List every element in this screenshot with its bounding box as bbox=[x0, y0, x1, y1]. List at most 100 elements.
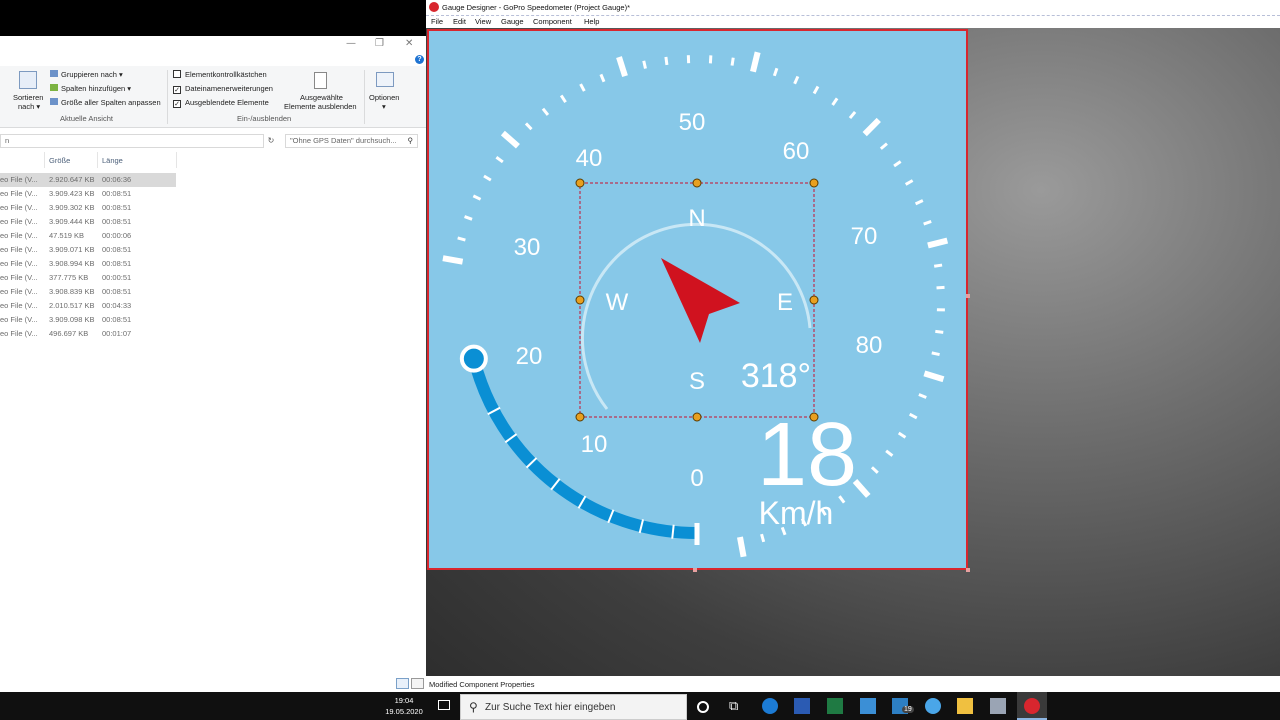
table-row[interactable]: eo File (V... 496.697 KB 00:01:07 bbox=[0, 327, 176, 341]
table-row[interactable]: eo File (V... 3.908.994 KB 00:08:51 bbox=[0, 257, 176, 271]
speed-readout: 18 bbox=[757, 405, 857, 505]
options-button[interactable]: Optionen bbox=[369, 93, 399, 102]
scale-tick bbox=[442, 255, 464, 265]
item-checkboxes-toggle[interactable]: Elementkontrollkästchen bbox=[173, 70, 267, 79]
selection-handle[interactable] bbox=[809, 178, 819, 188]
taskbar-search-input[interactable]: ⚲ Zur Suche Text hier eingeben bbox=[460, 694, 687, 720]
onedrive-icon[interactable] bbox=[925, 698, 941, 714]
compass-needle-icon bbox=[661, 258, 740, 343]
table-row[interactable]: eo File (V... 3.908.839 KB 00:08:51 bbox=[0, 285, 176, 299]
sort-icon bbox=[19, 71, 37, 89]
scale-tick bbox=[495, 156, 504, 164]
table-row[interactable]: eo File (V... 3.909.302 KB 00:08:51 bbox=[0, 201, 176, 215]
sort-button-label2[interactable]: nach ▾ bbox=[18, 102, 40, 111]
fit-columns-button[interactable]: Größe aller Spalten anpassen bbox=[50, 98, 161, 107]
table-cell-type: eo File (V... bbox=[0, 175, 38, 184]
file-extensions-toggle[interactable]: ✓ Dateinamenerweiterungen bbox=[173, 84, 273, 94]
table-row[interactable]: eo File (V... 2.920.647 KB 00:06:36 bbox=[0, 173, 176, 187]
scale-label: 50 bbox=[679, 109, 706, 136]
item-checkboxes-checkbox[interactable] bbox=[173, 70, 181, 78]
sort-button-label[interactable]: Sortieren bbox=[13, 93, 43, 102]
table-row[interactable]: eo File (V... 3.909.071 KB 00:08:51 bbox=[0, 243, 176, 257]
table-cell-length: 00:06:36 bbox=[102, 175, 132, 184]
table-cell-size: 2.010.517 KB bbox=[49, 301, 95, 310]
file-extensions-checkbox[interactable]: ✓ bbox=[173, 86, 181, 94]
scale-tick bbox=[885, 449, 894, 457]
task-view-icon[interactable]: ⧉ bbox=[729, 698, 745, 714]
hide-selected-label1[interactable]: Ausgewählte bbox=[300, 93, 343, 102]
search-input[interactable]: "Ohne GPS Daten" durchsuch... ⚲ bbox=[285, 134, 418, 148]
table-cell-length: 00:08:51 bbox=[102, 259, 132, 268]
frame-resize-handle[interactable] bbox=[966, 568, 970, 572]
table-cell-type: eo File (V... bbox=[0, 315, 38, 324]
details-view-icon[interactable] bbox=[396, 678, 409, 689]
restore-icon[interactable]: ❐ bbox=[375, 38, 384, 49]
remote-desktop-icon[interactable] bbox=[860, 698, 876, 714]
cortana-icon[interactable] bbox=[697, 701, 709, 713]
table-cell-type: eo File (V... bbox=[0, 287, 38, 296]
table-cell-length: 00:00:06 bbox=[102, 231, 132, 240]
table-row[interactable]: eo File (V... 3.909.423 KB 00:08:51 bbox=[0, 187, 176, 201]
scale-tick bbox=[559, 94, 567, 103]
close-icon[interactable]: ✕ bbox=[405, 38, 413, 49]
menu-component[interactable]: Component bbox=[533, 17, 572, 26]
column-header-size[interactable]: Größe bbox=[49, 156, 70, 165]
edge-icon[interactable] bbox=[762, 698, 778, 714]
help-icon[interactable]: ? bbox=[415, 55, 424, 64]
menu-view[interactable]: View bbox=[475, 17, 491, 26]
refresh-icon[interactable]: ↻ bbox=[265, 134, 277, 148]
scale-tick bbox=[500, 130, 520, 149]
scale-tick bbox=[893, 160, 902, 168]
add-columns-button[interactable]: Spalten hinzufügen ▾ bbox=[50, 84, 131, 93]
clock-date[interactable]: 19.05.2020 bbox=[380, 707, 428, 716]
selection-handle[interactable] bbox=[692, 178, 702, 188]
table-row[interactable]: eo File (V... 3.909.098 KB 00:08:51 bbox=[0, 313, 176, 327]
notification-icon[interactable] bbox=[438, 700, 450, 710]
selection-handle[interactable] bbox=[575, 295, 585, 305]
frame-resize-handle[interactable] bbox=[966, 294, 970, 298]
excel-icon[interactable] bbox=[827, 698, 843, 714]
hide-selected-label2[interactable]: Elemente ausblenden bbox=[284, 102, 357, 111]
minimize-icon[interactable]: — bbox=[346, 38, 356, 49]
group-by-button[interactable]: Gruppieren nach ▾ bbox=[50, 70, 123, 79]
selection-handle[interactable] bbox=[575, 412, 585, 422]
table-row[interactable]: eo File (V... 47.519 KB 00:00:06 bbox=[0, 229, 176, 243]
app-icon-floppy[interactable] bbox=[990, 698, 1006, 714]
selection-handle[interactable] bbox=[575, 178, 585, 188]
options-dropdown-icon[interactable]: ▾ bbox=[382, 102, 386, 111]
selection-handle[interactable] bbox=[692, 412, 702, 422]
word-icon[interactable] bbox=[794, 698, 810, 714]
menu-file[interactable]: File bbox=[431, 17, 443, 26]
table-row[interactable]: eo File (V... 3.909.444 KB 00:08:51 bbox=[0, 215, 176, 229]
clock-time[interactable]: 19:04 bbox=[380, 696, 428, 705]
mail-icon[interactable]: 19 bbox=[892, 698, 914, 714]
speed-indicator-knob[interactable] bbox=[459, 344, 488, 373]
hidden-items-toggle[interactable]: ✓ Ausgeblendete Elemente bbox=[173, 98, 269, 108]
tiles-view-icon[interactable] bbox=[411, 678, 424, 689]
table-cell-length: 00:08:51 bbox=[102, 189, 132, 198]
table-row[interactable]: eo File (V... 2.010.517 KB 00:04:33 bbox=[0, 299, 176, 313]
menu-edit[interactable]: Edit bbox=[453, 17, 466, 26]
status-bar: Modified Component Properties bbox=[426, 676, 1280, 692]
explorer-titlebar: — ❐ ✕ bbox=[0, 36, 426, 52]
column-header-length[interactable]: Länge bbox=[102, 156, 123, 165]
file-explorer-icon[interactable] bbox=[957, 698, 973, 714]
table-cell-type: eo File (V... bbox=[0, 245, 38, 254]
frame-resize-handle[interactable] bbox=[693, 568, 697, 572]
scale-tick bbox=[862, 117, 881, 137]
selection-handle[interactable] bbox=[809, 412, 819, 422]
compass-east-label: E bbox=[777, 289, 793, 316]
menu-help[interactable]: Help bbox=[584, 17, 599, 26]
table-cell-size: 3.909.071 KB bbox=[49, 245, 95, 254]
address-bar[interactable]: n bbox=[0, 134, 264, 148]
scale-tick bbox=[812, 85, 820, 95]
table-cell-length: 00:01:07 bbox=[102, 329, 132, 338]
selection-handle[interactable] bbox=[809, 295, 819, 305]
hidden-items-checkbox[interactable]: ✓ bbox=[173, 100, 181, 108]
table-cell-type: eo File (V... bbox=[0, 231, 38, 240]
scale-tick bbox=[599, 73, 606, 83]
gauge-designer-taskbar-button[interactable] bbox=[1017, 692, 1047, 720]
table-row[interactable]: eo File (V... 377.775 KB 00:00:51 bbox=[0, 271, 176, 285]
gauge-preview[interactable]: 0 10 20 30 40 50 60 70 80 N W E S 318° 1… bbox=[427, 29, 968, 570]
menu-gauge[interactable]: Gauge bbox=[501, 17, 524, 26]
